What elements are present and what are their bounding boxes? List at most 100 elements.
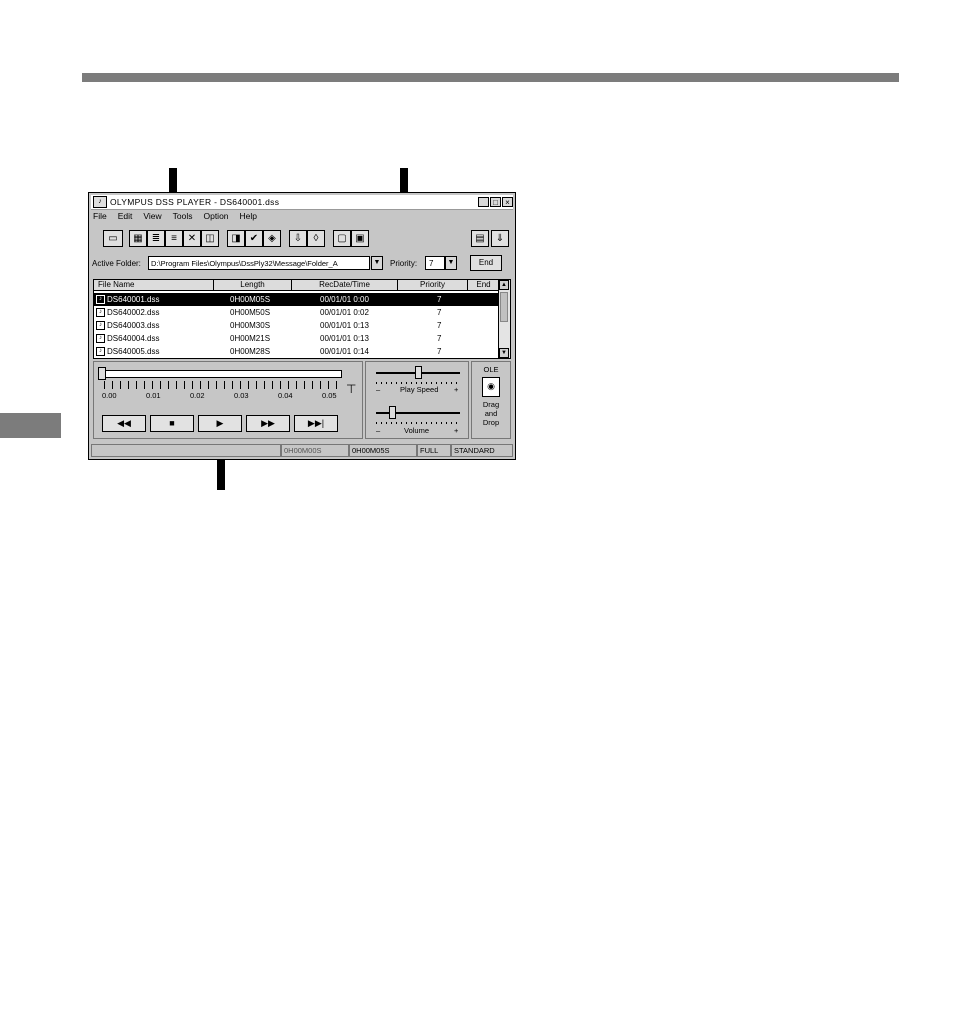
play-speed-plus: + xyxy=(454,385,459,394)
comment-icon[interactable]: ▢ xyxy=(333,230,351,247)
options-icon[interactable]: ▤ xyxy=(471,230,489,247)
close-button[interactable]: × xyxy=(502,197,513,207)
table-row[interactable]: ♪ DS640003.dss 0H00M30S 00/01/01 0:13 7 xyxy=(94,319,500,332)
list-view-icon[interactable]: ≡ xyxy=(165,230,183,247)
device-icon[interactable]: ⇓ xyxy=(491,230,509,247)
drag-drop-line3: Drop xyxy=(482,418,500,427)
column-header-end[interactable]: End xyxy=(468,280,500,291)
file-priority: 7 xyxy=(437,321,442,330)
index-icon[interactable]: ◨ xyxy=(227,230,245,247)
play-speed-minus: – xyxy=(376,385,381,394)
download-icon[interactable]: ⇩ xyxy=(289,230,307,247)
open-folder-icon[interactable]: ▭ xyxy=(103,230,123,247)
verify-icon[interactable]: ◈ xyxy=(263,230,281,247)
table-row[interactable]: ♪ DS640004.dss 0H00M21S 00/01/01 0:13 7 xyxy=(94,332,500,345)
drag-drop-line1: Drag xyxy=(482,400,500,409)
drag-drop-line2: and xyxy=(484,409,498,418)
file-priority: 7 xyxy=(437,334,442,343)
play-speed-thumb[interactable] xyxy=(414,366,422,379)
volume-thumb[interactable] xyxy=(389,406,397,419)
table-row[interactable]: ♪ DS640005.dss 0H00M28S 00/01/01 0:14 7 xyxy=(94,345,500,358)
file-recdate: 00/01/01 0:13 xyxy=(320,321,369,330)
column-header-file-name[interactable]: File Name xyxy=(94,280,214,291)
menu-edit[interactable]: Edit xyxy=(118,211,133,223)
file-priority: 7 xyxy=(437,308,442,317)
comment-disabled-icon[interactable]: ▣ xyxy=(351,230,369,247)
position-slider-thumb[interactable] xyxy=(98,367,106,380)
menu-tools[interactable]: Tools xyxy=(173,211,193,223)
menu-view[interactable]: View xyxy=(143,211,161,223)
active-folder-combobox[interactable]: D:\Program Files\Olympus\DssPly32\Messag… xyxy=(148,256,370,270)
details-view-icon[interactable]: ≣ xyxy=(147,230,165,247)
audio-file-icon: ♪ xyxy=(96,334,105,343)
scroll-down-icon[interactable]: ▼ xyxy=(499,348,509,358)
volume-ticks xyxy=(376,422,460,424)
status-bar: 0H00M00S 0H00M05S FULL STANDARD xyxy=(91,444,513,457)
title-bar: ♪ OLYMPUS DSS PLAYER - DS640001.dss _ □ … xyxy=(91,195,513,210)
table-row[interactable]: ♪ DS640002.dss 0H00M50S 00/01/01 0:02 7 xyxy=(94,306,500,319)
column-header-recdate[interactable]: RecDate/Time xyxy=(292,280,398,291)
speed-volume-panel: – Play Speed + – Volume + xyxy=(365,361,469,439)
priority-label: Priority: xyxy=(390,259,418,268)
file-name: DS640002.dss xyxy=(107,308,160,317)
play-button[interactable]: ▶ xyxy=(198,415,242,432)
toolbar: ▭ ▦ ≣ ≡ ✕ ◫ ◨ ✔ ◈ ⇩ ◊ ▢ ▣ ▤ ⇓ xyxy=(93,229,511,249)
playback-panel: 0.00 0.01 0.02 0.03 0.04 0.05 ⊤ ◀◀ ■ ▶ ▶… xyxy=(93,361,363,439)
file-length: 0H00M21S xyxy=(230,334,271,343)
properties-icon[interactable]: ◫ xyxy=(201,230,219,247)
side-chapter-tab xyxy=(0,413,61,438)
end-button[interactable]: End xyxy=(470,255,502,271)
ole-drag-drop-panel[interactable]: OLE ◉ Drag and Drop xyxy=(471,361,511,439)
minimize-button[interactable]: _ xyxy=(478,197,489,207)
status-quality: STANDARD xyxy=(451,444,513,457)
stop-button[interactable]: ■ xyxy=(150,415,194,432)
maximize-button[interactable]: □ xyxy=(490,197,501,207)
play-speed-label: Play Speed xyxy=(400,385,439,394)
timeline-label: 0.04 xyxy=(278,391,293,400)
position-slider-track[interactable] xyxy=(102,370,342,378)
drag-drop-icon[interactable]: ◉ xyxy=(482,377,500,397)
timeline-label: 0.01 xyxy=(146,391,161,400)
timeline-label: 0.03 xyxy=(234,391,249,400)
active-folder-label: Active Folder: xyxy=(92,259,141,268)
file-name: DS640005.dss xyxy=(107,347,160,356)
delete-icon[interactable]: ✕ xyxy=(183,230,201,247)
skip-to-end-button[interactable]: ▶▶| xyxy=(294,415,338,432)
file-priority: 7 xyxy=(437,295,442,304)
timeline-ticks xyxy=(104,381,344,389)
folder-dropdown-chevron-down-icon[interactable]: ▼ xyxy=(371,256,383,270)
priority-combobox[interactable]: 7 xyxy=(425,256,445,270)
header-rule xyxy=(82,73,899,82)
menu-help[interactable]: Help xyxy=(240,211,257,223)
large-icons-icon[interactable]: ▦ xyxy=(129,230,147,247)
column-header-length[interactable]: Length xyxy=(214,280,292,291)
timeline-label: 0.00 xyxy=(102,391,117,400)
file-length: 0H00M05S xyxy=(230,295,271,304)
menu-option[interactable]: Option xyxy=(203,211,228,223)
file-list-scrollbar[interactable]: ▲ ▼ xyxy=(498,280,510,358)
scroll-up-icon[interactable]: ▲ xyxy=(499,280,509,290)
file-recdate: 00/01/01 0:00 xyxy=(320,295,369,304)
column-header-priority[interactable]: Priority xyxy=(398,280,468,291)
app-icon: ♪ xyxy=(93,196,107,208)
menu-file[interactable]: File xyxy=(93,211,107,223)
scrollbar-thumb[interactable] xyxy=(500,292,508,322)
erase-icon[interactable]: ◊ xyxy=(307,230,325,247)
file-name: DS640001.dss xyxy=(107,295,160,304)
rewind-button[interactable]: ◀◀ xyxy=(102,415,146,432)
fast-forward-button[interactable]: ▶▶ xyxy=(246,415,290,432)
file-name: DS640004.dss xyxy=(107,334,160,343)
status-length: 0H00M05S xyxy=(349,444,417,457)
status-message xyxy=(91,444,281,457)
table-row[interactable]: ♪ DS640001.dss 0H00M05S 00/01/01 0:00 7 xyxy=(94,293,500,306)
file-length: 0H00M30S xyxy=(230,321,271,330)
ole-title: OLE xyxy=(483,365,499,374)
file-recdate: 00/01/01 0:02 xyxy=(320,308,369,317)
priority-dropdown-chevron-down-icon[interactable]: ▼ xyxy=(445,256,457,270)
volume-label: Volume xyxy=(404,426,430,435)
dss-player-window: ♪ OLYMPUS DSS PLAYER - DS640001.dss _ □ … xyxy=(88,192,516,460)
file-length: 0H00M50S xyxy=(230,308,271,317)
audio-file-icon: ♪ xyxy=(96,308,105,317)
check-icon[interactable]: ✔ xyxy=(245,230,263,247)
file-length: 0H00M28S xyxy=(230,347,271,356)
